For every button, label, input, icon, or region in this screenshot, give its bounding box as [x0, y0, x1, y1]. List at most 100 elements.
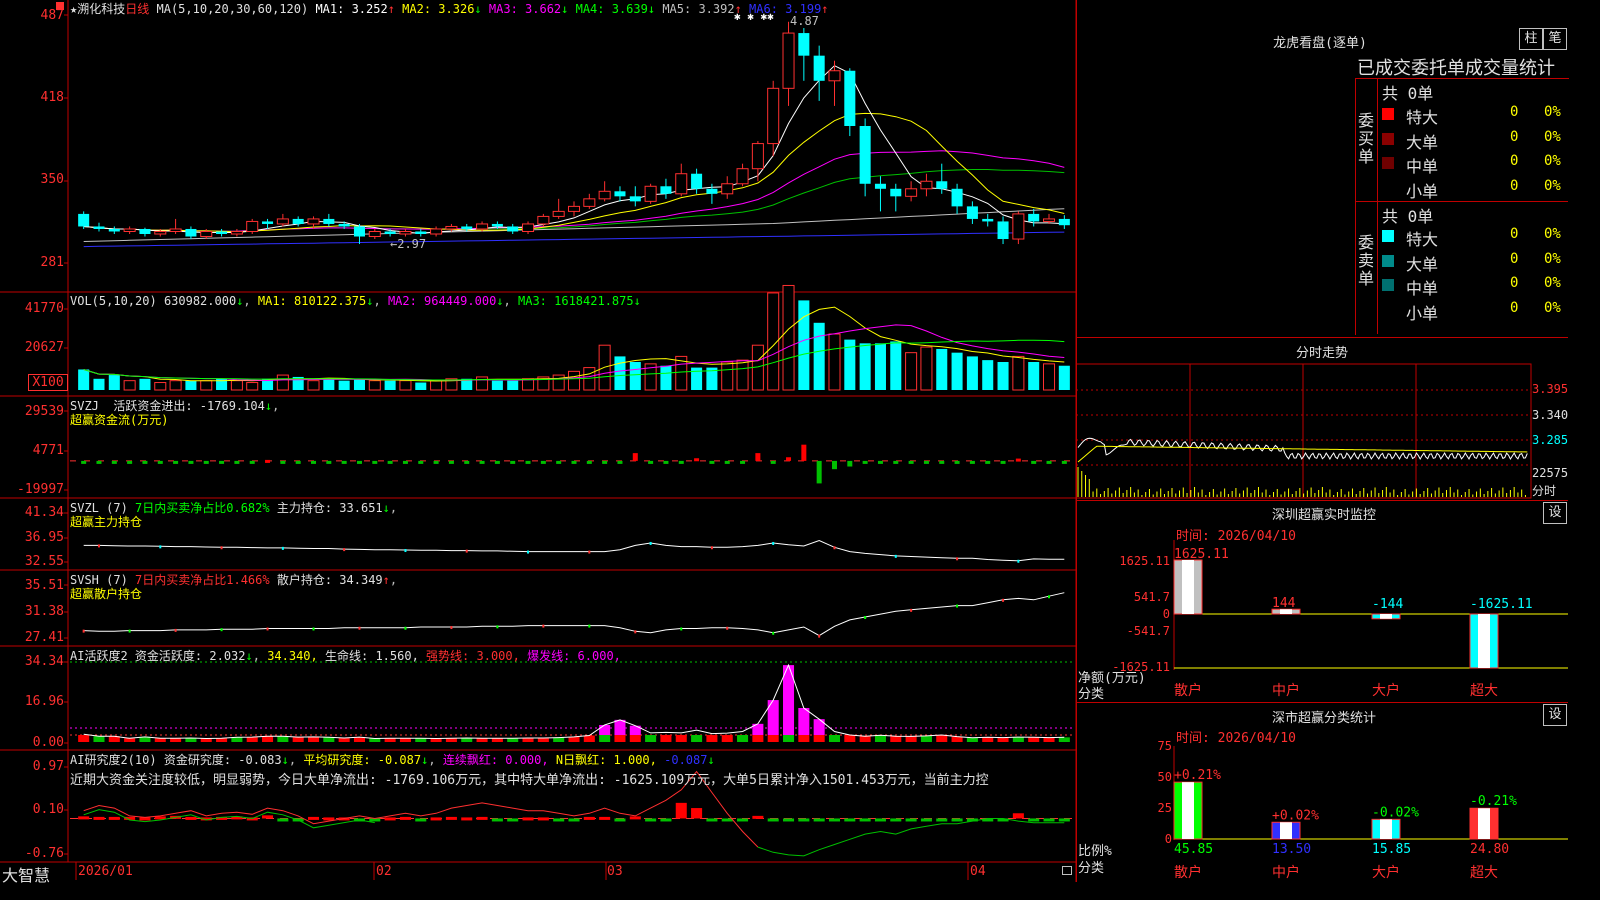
candle-body: [951, 188, 963, 207]
lock-icon[interactable]: [1062, 866, 1072, 875]
ai-research-summary: 近期大资金关注度较低，明显弱势，今日大单净流出: -1769.106万元，其中特…: [70, 773, 989, 788]
svzl-subtitle: 超赢主力持仓: [70, 515, 143, 529]
ai-active-bar: [553, 737, 565, 742]
ai-active-burst-bar: [599, 724, 611, 736]
ai-research-bar: [828, 818, 841, 822]
candle-body: [583, 198, 596, 207]
candle-body: [185, 228, 197, 237]
svzj-axis-tick: 29539: [24, 404, 64, 419]
svzj-bar: [234, 460, 240, 464]
ma1-arrow: ↑: [387, 2, 395, 16]
candle-body: [1028, 213, 1040, 222]
svsh-marker: [128, 629, 131, 633]
class-delta-label: -0.21%: [1470, 794, 1517, 809]
ai-active-bar: [1058, 737, 1070, 742]
svzj-bar: [556, 460, 562, 464]
app-logo[interactable]: 大智慧: [2, 862, 50, 886]
ai-active-arrow: ↓: [245, 649, 253, 663]
chart-canvas[interactable]: [0, 0, 1076, 882]
vol-axis-tick: 20627: [24, 340, 64, 355]
ai-research-e: -0.087: [664, 753, 708, 767]
svzj-bar: [249, 460, 255, 464]
ai-active-bar: [737, 735, 749, 742]
candle-body: [905, 188, 918, 197]
candle-body: [966, 206, 978, 219]
ai-research-bar: [920, 818, 932, 822]
candle-body: [216, 231, 228, 234]
ai-research-bar: [691, 808, 703, 819]
svsh-marker: [910, 608, 913, 612]
ai-active-bar: [859, 736, 871, 742]
vol-header: VOL(5,10,20) 630982.000↓, MA1: 810122.37…: [70, 294, 641, 308]
chart-area[interactable]: ★溯化科技日线 MA(5,10,20,30,60,120) MA1: 3.252…: [0, 0, 1076, 885]
ai-active-bar: [93, 736, 105, 742]
vol-unit-button[interactable]: X100: [28, 374, 68, 391]
svzj-bar: [816, 460, 822, 484]
candle-body: [736, 168, 749, 185]
svzj-arrow: ↓: [264, 399, 273, 413]
svzj-bar: [602, 460, 608, 464]
ai-active-bar: [476, 738, 488, 742]
svsh-subtitle: 超赢散户持仓: [70, 587, 143, 601]
svzj-bar: [893, 460, 899, 464]
monitor-bar-highlight: [1182, 560, 1194, 614]
ai-research-bar: [553, 818, 565, 822]
ma4-arrow: ↓: [647, 2, 656, 16]
ai-active-axis-tick: 34.34: [24, 654, 64, 669]
volume-bar: [1028, 362, 1040, 390]
ai-research-bar: [874, 818, 886, 822]
svzj-bar: [188, 460, 194, 464]
svzj-bar: [923, 460, 929, 464]
ai-research-bar: [522, 817, 534, 821]
svzj-bar: [939, 460, 945, 464]
vol-arrow: ↓: [236, 294, 244, 308]
ai-research-bar: [675, 802, 687, 819]
candle-body: [782, 32, 795, 89]
candle-body: [675, 173, 688, 195]
ma6-arrow: ↑: [821, 2, 829, 16]
candle-body: [139, 228, 151, 234]
svsh-marker: [1048, 595, 1051, 599]
volume-bar: [828, 333, 841, 391]
volume-bar: [522, 378, 535, 391]
vol-axis-tick: 41770: [24, 301, 64, 316]
vol-label: VOL(5,10,20): [70, 294, 157, 308]
ai-research-bar: [951, 818, 963, 822]
svzj-axis-tick: -19997: [17, 482, 64, 497]
ai-active-bar: [78, 735, 90, 742]
volume-bar: [629, 362, 641, 390]
volume-bar: [813, 322, 825, 390]
period-label[interactable]: 日线: [125, 2, 149, 16]
ai-research-bar: [583, 816, 595, 820]
svsh-axis-tick: 35.51: [24, 578, 64, 593]
volume-bar: [1058, 365, 1070, 390]
candle-body: [93, 226, 105, 229]
candle-body: [537, 215, 550, 225]
ai-research-bar: [307, 816, 320, 820]
ai-research-bar: [415, 818, 427, 822]
ai-research-bar: [384, 817, 396, 821]
candle-body: [230, 230, 243, 235]
svzl-position: 主力持仓: 33.651: [276, 501, 383, 515]
candle-body: [522, 223, 535, 232]
svzj-bar: [295, 460, 301, 464]
svzj-bar: [402, 460, 408, 464]
ai-active-bar: [124, 738, 136, 742]
ai-research-e-arrow: ↓: [707, 753, 715, 767]
svzl-marker: [956, 557, 959, 561]
peak-marks: ✱ ✱ ✱✱: [734, 10, 774, 23]
ai-research-bar: [185, 816, 197, 820]
ma3-arrow: ↓: [561, 2, 569, 16]
svzj-bar: [678, 460, 684, 464]
ai-active-value: 资金活跃度: 2.032: [134, 649, 246, 663]
ai-research-bar: [783, 818, 795, 822]
ai-research-bar: [476, 816, 488, 820]
svzj-bar: [632, 453, 638, 461]
date-label: 03: [607, 864, 623, 879]
candle-body: [415, 231, 427, 234]
candle-body: [859, 126, 871, 184]
ai-research-bar: [614, 818, 626, 822]
svzj-bar: [755, 453, 761, 461]
date-label: 04: [970, 864, 986, 879]
ai-research-bar: [813, 818, 825, 822]
